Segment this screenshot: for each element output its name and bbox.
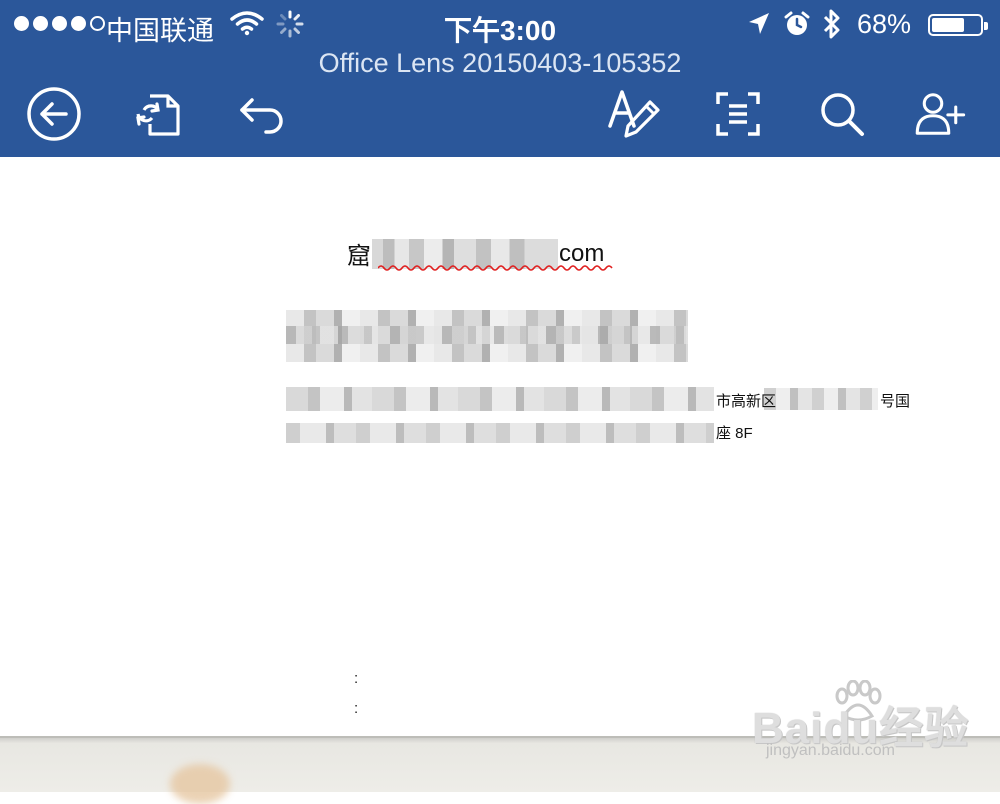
address-line1-end: 号国 (880, 393, 911, 410)
undo-button[interactable] (234, 86, 290, 142)
address-line2: 座 8F (716, 425, 753, 442)
redacted-address-line1 (286, 387, 714, 411)
redacted-address-line2 (286, 423, 714, 443)
alarm-icon (783, 10, 811, 43)
back-button[interactable] (26, 86, 82, 142)
field-colon: : (354, 670, 359, 687)
add-person-icon (915, 93, 966, 135)
battery-percent: 68% (857, 9, 912, 39)
battery-fill (932, 18, 964, 32)
scan-button[interactable] (710, 86, 766, 142)
status-bar: 中国联通 下午3:00 68% (0, 0, 1000, 50)
status-time: 下午3:00 (443, 15, 557, 46)
battery-icon (928, 14, 988, 36)
edit-text-button[interactable] (606, 86, 662, 142)
refresh-document-icon (136, 94, 180, 136)
undo-icon (240, 98, 283, 134)
redacted-address-number (764, 388, 878, 410)
baidu-watermark: Baidu经验 jingyan.baidu.com (740, 680, 970, 770)
email-prefix: 窟 (347, 243, 371, 270)
field-colon: : (354, 700, 359, 717)
watermark-url: jingyan.baidu.com (766, 742, 895, 759)
redacted-company-name (286, 310, 688, 362)
spellcheck-underline (378, 265, 613, 271)
share-button[interactable] (912, 86, 968, 142)
address-line1-mid: 市高新区 (716, 393, 777, 410)
convert-button[interactable] (130, 86, 186, 142)
document-title: Office Lens 20150403-105352 (318, 48, 682, 78)
text-edit-pen-icon (608, 90, 660, 138)
search-button[interactable] (814, 86, 870, 142)
location-arrow-icon (747, 11, 771, 42)
scan-text-icon (716, 92, 760, 136)
back-arrow-circle-icon (27, 87, 81, 141)
app-header: 中国联通 下午3:00 68% Office Lens 20150403-105… (0, 0, 1000, 157)
search-icon (821, 93, 864, 136)
bluetooth-icon (821, 8, 843, 45)
